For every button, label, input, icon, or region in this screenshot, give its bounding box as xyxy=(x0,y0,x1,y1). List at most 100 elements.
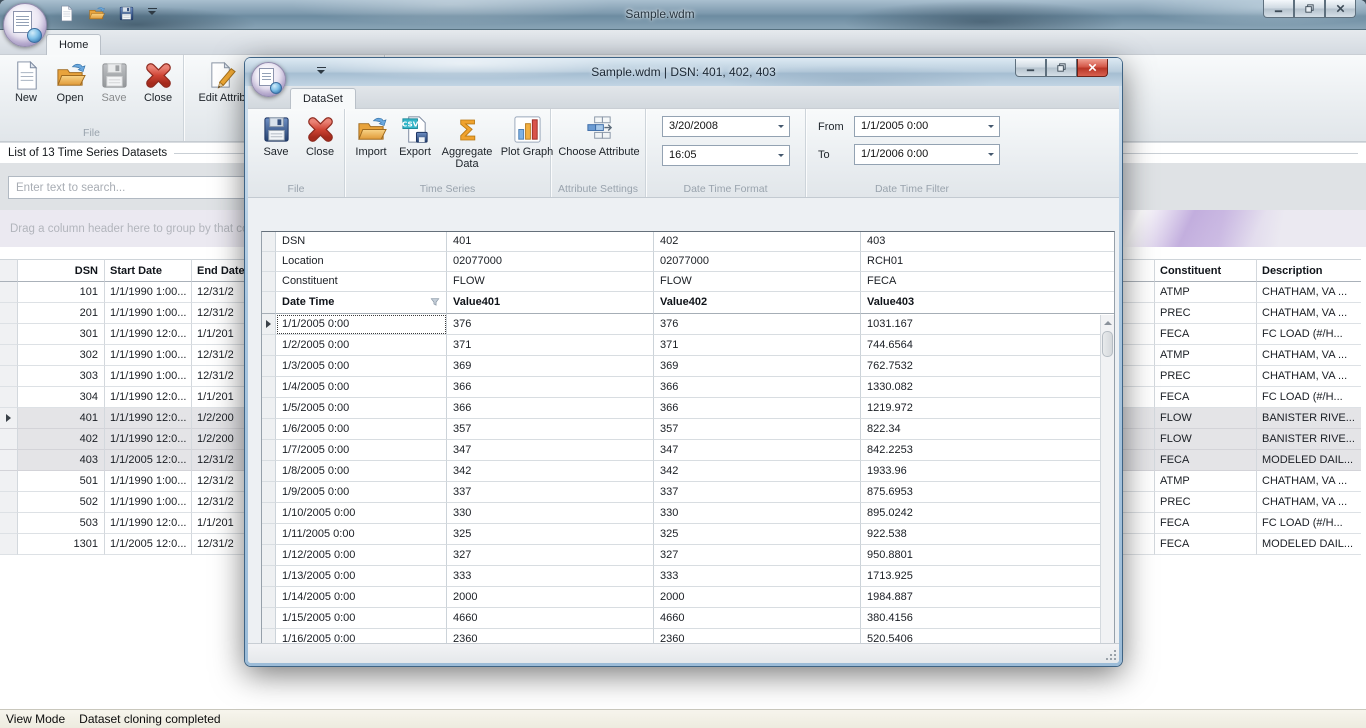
row-indicator xyxy=(0,408,18,429)
main-titlebar[interactable]: Sample.wdm xyxy=(0,0,1366,30)
save-button[interactable]: Save xyxy=(92,58,136,104)
tab-dataset[interactable]: DataSet xyxy=(290,88,356,109)
cell-value403: 1984.887 xyxy=(861,587,1114,608)
vertical-scrollbar[interactable] xyxy=(1100,315,1114,663)
cell-start-date: 1/1/1990 12:0... xyxy=(105,387,192,408)
column-header-constituent[interactable]: Constituent xyxy=(1155,259,1257,282)
chevron-down-icon[interactable] xyxy=(983,117,999,136)
cell-value403: 950.8801 xyxy=(861,545,1114,566)
aggregate-data-button[interactable]: Aggregate Data xyxy=(437,112,497,170)
cell-401: FLOW xyxy=(447,272,654,292)
filter-funnel-icon[interactable] xyxy=(430,297,440,307)
table-row[interactable]: 1/1/2005 0:003763761031.167 xyxy=(262,314,1114,335)
header-indicator xyxy=(262,292,276,314)
restore-button[interactable] xyxy=(1046,59,1077,77)
close-button-ribbon[interactable]: Close xyxy=(136,58,180,104)
open-button[interactable]: Open xyxy=(48,58,92,104)
scroll-up-icon[interactable] xyxy=(1101,315,1114,330)
application-menu-orb[interactable] xyxy=(251,62,286,97)
dataset-statusbar xyxy=(248,643,1119,663)
cell-value401: 366 xyxy=(447,377,654,398)
row-indicator xyxy=(0,282,18,303)
close-button[interactable] xyxy=(1325,0,1356,18)
table-row[interactable]: 1/14/2005 0:00200020001984.887 xyxy=(262,587,1114,608)
table-row[interactable]: 1/4/2005 0:003663661330.082 xyxy=(262,377,1114,398)
column-header-date-time[interactable]: Date Time xyxy=(276,292,447,314)
chevron-down-icon[interactable] xyxy=(983,145,999,164)
chevron-down-icon[interactable] xyxy=(773,117,789,136)
close-button-ribbon[interactable]: Close xyxy=(298,112,342,158)
table-row[interactable]: 1/3/2005 0:00369369762.7532 xyxy=(262,356,1114,377)
new-document-icon[interactable] xyxy=(58,5,75,22)
table-row[interactable]: 1/15/2005 0:0046604660380.4156 xyxy=(262,608,1114,629)
bar-chart-icon xyxy=(512,114,543,145)
quick-access-dropdown-icon[interactable] xyxy=(148,8,157,19)
table-header-row: Date Time Value401 Value402 Value403 xyxy=(262,292,1114,314)
column-header-description[interactable]: Description xyxy=(1257,259,1361,282)
cell-date-time: 1/1/2005 0:00 xyxy=(276,314,447,335)
date-format-select[interactable]: 3/20/2008 xyxy=(662,116,790,137)
save-icon[interactable] xyxy=(118,5,135,22)
restore-button[interactable] xyxy=(1294,0,1325,18)
application-menu-orb[interactable] xyxy=(3,3,47,47)
status-message: Dataset cloning completed xyxy=(79,712,220,726)
cell-constituent: PREC xyxy=(1155,492,1257,513)
column-header-value403[interactable]: Value403 xyxy=(861,292,1114,314)
column-header-value401[interactable]: Value401 xyxy=(447,292,654,314)
tab-home[interactable]: Home xyxy=(46,34,101,55)
table-row[interactable]: 1/8/2005 0:003423421933.96 xyxy=(262,461,1114,482)
cell-dsn: 302 xyxy=(18,345,105,366)
table-row[interactable]: 1/5/2005 0:003663661219.972 xyxy=(262,398,1114,419)
filter-from-select[interactable]: 1/1/2005 0:00 xyxy=(854,116,1000,137)
column-header-dsn[interactable]: DSN xyxy=(18,259,105,282)
filter-to-select[interactable]: 1/1/2006 0:00 xyxy=(854,144,1000,165)
cell-start-date: 1/1/1990 1:00... xyxy=(105,345,192,366)
minimize-button[interactable] xyxy=(1263,0,1294,18)
open-folder-icon[interactable] xyxy=(88,5,105,22)
cell-date-time: 1/4/2005 0:00 xyxy=(276,377,447,398)
time-format-select[interactable]: 16:05 xyxy=(662,145,790,166)
ribbon-group-date-time-format: 3/20/2008 16:05 Date Time Format xyxy=(646,109,806,197)
row-indicator xyxy=(0,303,18,324)
attribute-row[interactable]: DSN401402403 xyxy=(262,232,1114,252)
cell-value401: 369 xyxy=(447,356,654,377)
cell-403: 403 xyxy=(861,232,1114,252)
cell-403: RCH01 xyxy=(861,252,1114,272)
plot-graph-button[interactable]: Plot Graph xyxy=(497,112,557,170)
resize-grip[interactable] xyxy=(1106,650,1116,660)
new-button[interactable]: New xyxy=(4,58,48,104)
table-row[interactable]: 1/13/2005 0:003333331713.925 xyxy=(262,566,1114,587)
dataset-titlebar[interactable]: Sample.wdm | DSN: 401, 402, 403 xyxy=(245,58,1122,86)
cell-constituent: FECA xyxy=(1155,513,1257,534)
scrollbar-thumb[interactable] xyxy=(1102,331,1113,357)
cell-constituent: FLOW xyxy=(1155,429,1257,450)
close-button[interactable] xyxy=(1077,59,1108,77)
table-row[interactable]: 1/10/2005 0:00330330895.0242 xyxy=(262,503,1114,524)
export-button[interactable]: Export xyxy=(393,112,437,170)
table-row[interactable]: 1/7/2005 0:00347347842.2253 xyxy=(262,440,1114,461)
save-button[interactable]: Save xyxy=(254,112,298,158)
cell-403: FECA xyxy=(861,272,1114,292)
import-button[interactable]: Import xyxy=(349,112,393,170)
minimize-button[interactable] xyxy=(1015,59,1046,77)
cell-dsn: 301 xyxy=(18,324,105,345)
cell-dsn: 503 xyxy=(18,513,105,534)
column-header-value402[interactable]: Value402 xyxy=(654,292,861,314)
cell-constituent: PREC xyxy=(1155,303,1257,324)
choose-attribute-button[interactable]: Choose Attribute xyxy=(556,112,641,158)
table-row[interactable]: 1/12/2005 0:00327327950.8801 xyxy=(262,545,1114,566)
attribute-row[interactable]: ConstituentFLOWFLOWFECA xyxy=(262,272,1114,292)
attribute-row[interactable]: Location0207700002077000RCH01 xyxy=(262,252,1114,272)
chevron-down-icon[interactable] xyxy=(773,146,789,165)
row-indicator xyxy=(262,545,276,566)
cell-date-time: 1/12/2005 0:00 xyxy=(276,545,447,566)
new-page-icon xyxy=(11,60,42,91)
table-row[interactable]: 1/11/2005 0:00325325922.538 xyxy=(262,524,1114,545)
column-header-start-date[interactable]: Start Date xyxy=(105,259,192,282)
cell-value402: 366 xyxy=(654,398,861,419)
table-row[interactable]: 1/6/2005 0:00357357822.34 xyxy=(262,419,1114,440)
table-row[interactable]: 1/2/2005 0:00371371744.6564 xyxy=(262,335,1114,356)
table-row[interactable]: 1/9/2005 0:00337337875.6953 xyxy=(262,482,1114,503)
ribbon-group-label: Attribute Settings xyxy=(551,183,645,195)
cell-date-time: 1/5/2005 0:00 xyxy=(276,398,447,419)
